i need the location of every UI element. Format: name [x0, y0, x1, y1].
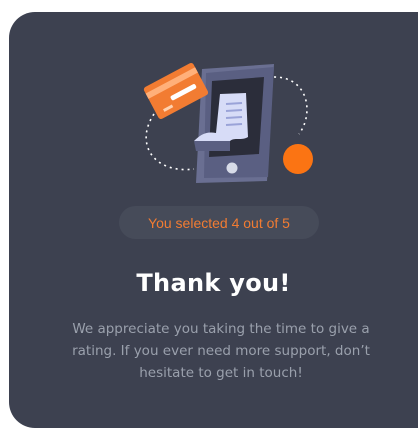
payment-illustration	[134, 59, 334, 194]
selection-badge: You selected 4 out of 5	[119, 206, 319, 239]
dashed-orbit-left	[145, 113, 195, 171]
orange-dot-icon	[283, 144, 313, 174]
payment-illustration-svg	[143, 63, 313, 183]
dashed-orbit-right	[273, 76, 308, 135]
selection-text: You selected 4 out of 5	[148, 214, 290, 231]
thank-you-message: We appreciate you taking the time to giv…	[72, 321, 370, 381]
thank-you-card: You selected 4 out of 5 Thank you! We ap…	[9, 12, 418, 428]
page-title: Thank you!	[136, 269, 291, 297]
credit-card-icon	[143, 63, 209, 119]
